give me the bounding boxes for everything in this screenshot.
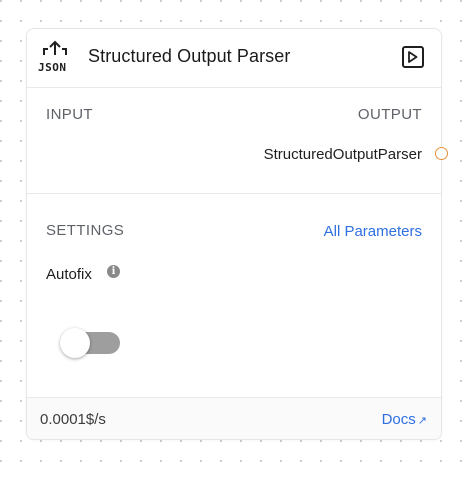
node-header: JSON Structured Output Parser	[27, 29, 441, 88]
structured-output-parser-node[interactable]: JSON Structured Output Parser INPUT OUTP…	[26, 28, 448, 440]
settings-section: SETTINGS All Parameters Autofix i	[27, 194, 441, 398]
docs-link[interactable]: Docs ↗	[382, 411, 427, 428]
node-title: Structured Output Parser	[88, 46, 291, 66]
autofix-label: Autofix	[46, 266, 92, 283]
cost-label: 0.0001$/s	[40, 411, 106, 428]
input-section-label: INPUT	[46, 106, 93, 123]
json-icon-text: JSON	[38, 61, 67, 74]
play-icon	[408, 51, 418, 63]
output-type-label: StructuredOutputParser	[263, 146, 422, 163]
node-footer: 0.0001$/s Docs ↗	[27, 398, 441, 439]
io-section: INPUT OUTPUT StructuredOutputParser	[27, 88, 448, 194]
output-section-label: OUTPUT	[357, 106, 422, 123]
info-icon[interactable]: i	[107, 265, 120, 278]
autofix-toggle[interactable]	[60, 328, 120, 358]
settings-section-label: SETTINGS	[46, 222, 125, 239]
output-handle[interactable]	[435, 147, 448, 160]
all-parameters-link[interactable]: All Parameters	[324, 223, 422, 240]
run-node-button[interactable]	[402, 46, 424, 68]
json-upload-icon: JSON	[35, 39, 75, 79]
external-link-icon: ↗	[417, 415, 427, 427]
toggle-thumb	[60, 328, 90, 358]
docs-link-label: Docs	[381, 411, 416, 428]
